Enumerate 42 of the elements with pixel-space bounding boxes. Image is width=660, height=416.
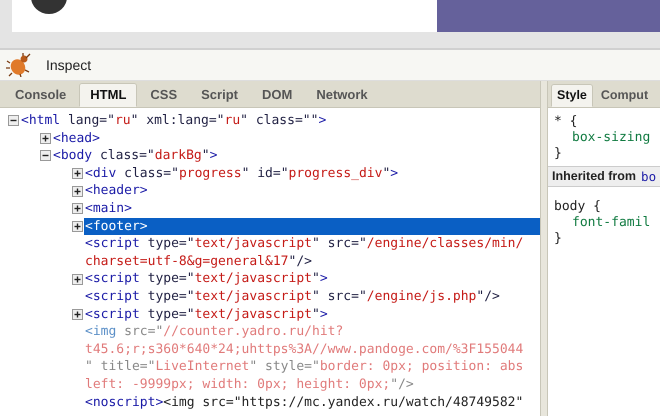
html-source-line[interactable]: <body class="darkBg"> xyxy=(52,147,218,165)
panel-tab[interactable]: CSS xyxy=(139,83,188,107)
expand-icon[interactable] xyxy=(72,308,84,320)
html-source-line[interactable]: <div class="progress" id="progress_div"> xyxy=(84,164,400,182)
side-tab[interactable]: Style xyxy=(551,84,593,107)
css-selector: body { xyxy=(554,199,602,215)
html-source-line[interactable]: <head> xyxy=(52,130,101,148)
expand-icon[interactable] xyxy=(72,168,84,180)
panel-tab[interactable]: Script xyxy=(190,83,249,107)
html-source-line[interactable]: charset=utf-8&g=general&17"/> xyxy=(84,252,313,270)
side-tab[interactable]: Comput xyxy=(594,84,654,107)
css-declaration: box-sizing xyxy=(571,130,652,146)
html-source-line[interactable]: <script type="text/javascript"> xyxy=(84,306,329,324)
html-source-line[interactable]: <img src="//counter.yadro.ru/hit? xyxy=(84,323,344,341)
inherited-label: Inherited from xyxy=(552,169,636,184)
html-source-line[interactable]: <script type="text/javascript"> xyxy=(84,270,329,288)
html-source-line[interactable]: left: -9999px; width: 0px; height: 0px;"/> xyxy=(84,376,415,394)
css-brace: } xyxy=(554,231,563,247)
inherited-source-link[interactable]: bo xyxy=(641,169,656,184)
panel-tab[interactable]: Network xyxy=(305,83,379,107)
css-selector: * { xyxy=(554,114,578,130)
expand-icon[interactable] xyxy=(72,274,84,285)
collapse-icon[interactable] xyxy=(8,115,20,126)
css-declaration: font-famil xyxy=(571,215,652,231)
css-brace: } xyxy=(554,146,563,162)
expand-icon[interactable] xyxy=(72,220,84,232)
bug-icon[interactable] xyxy=(6,53,32,77)
html-source-line[interactable]: <script type="text/javascript" src="/engine/classes/min/ xyxy=(84,235,524,253)
collapse-icon[interactable] xyxy=(40,150,52,162)
html-source-line[interactable]: " title="LiveInternet" style="border: 0px; position: abs xyxy=(84,358,524,376)
html-source-line[interactable]: <header> xyxy=(84,182,149,200)
html-source-line[interactable]: <main> xyxy=(84,200,133,218)
expand-icon[interactable] xyxy=(40,132,52,144)
html-source-line[interactable]: <noscript><img src="https://mc.yandex.ru/watch/48749582" xyxy=(84,394,524,412)
expand-icon[interactable] xyxy=(72,203,84,214)
html-source-line[interactable]: <script type="text/javascript" src="/engine/js.php"/> xyxy=(84,288,501,306)
expand-icon[interactable] xyxy=(72,186,84,197)
panel-tab[interactable]: DOM xyxy=(250,83,304,107)
panel-tab[interactable]: HTML xyxy=(79,83,138,107)
html-source-line[interactable]: <html lang="ru" xml:lang="ru" class=""> xyxy=(20,112,328,130)
panel-tab[interactable]: Console xyxy=(4,83,78,107)
toolbar-title: Inspect xyxy=(46,57,92,73)
